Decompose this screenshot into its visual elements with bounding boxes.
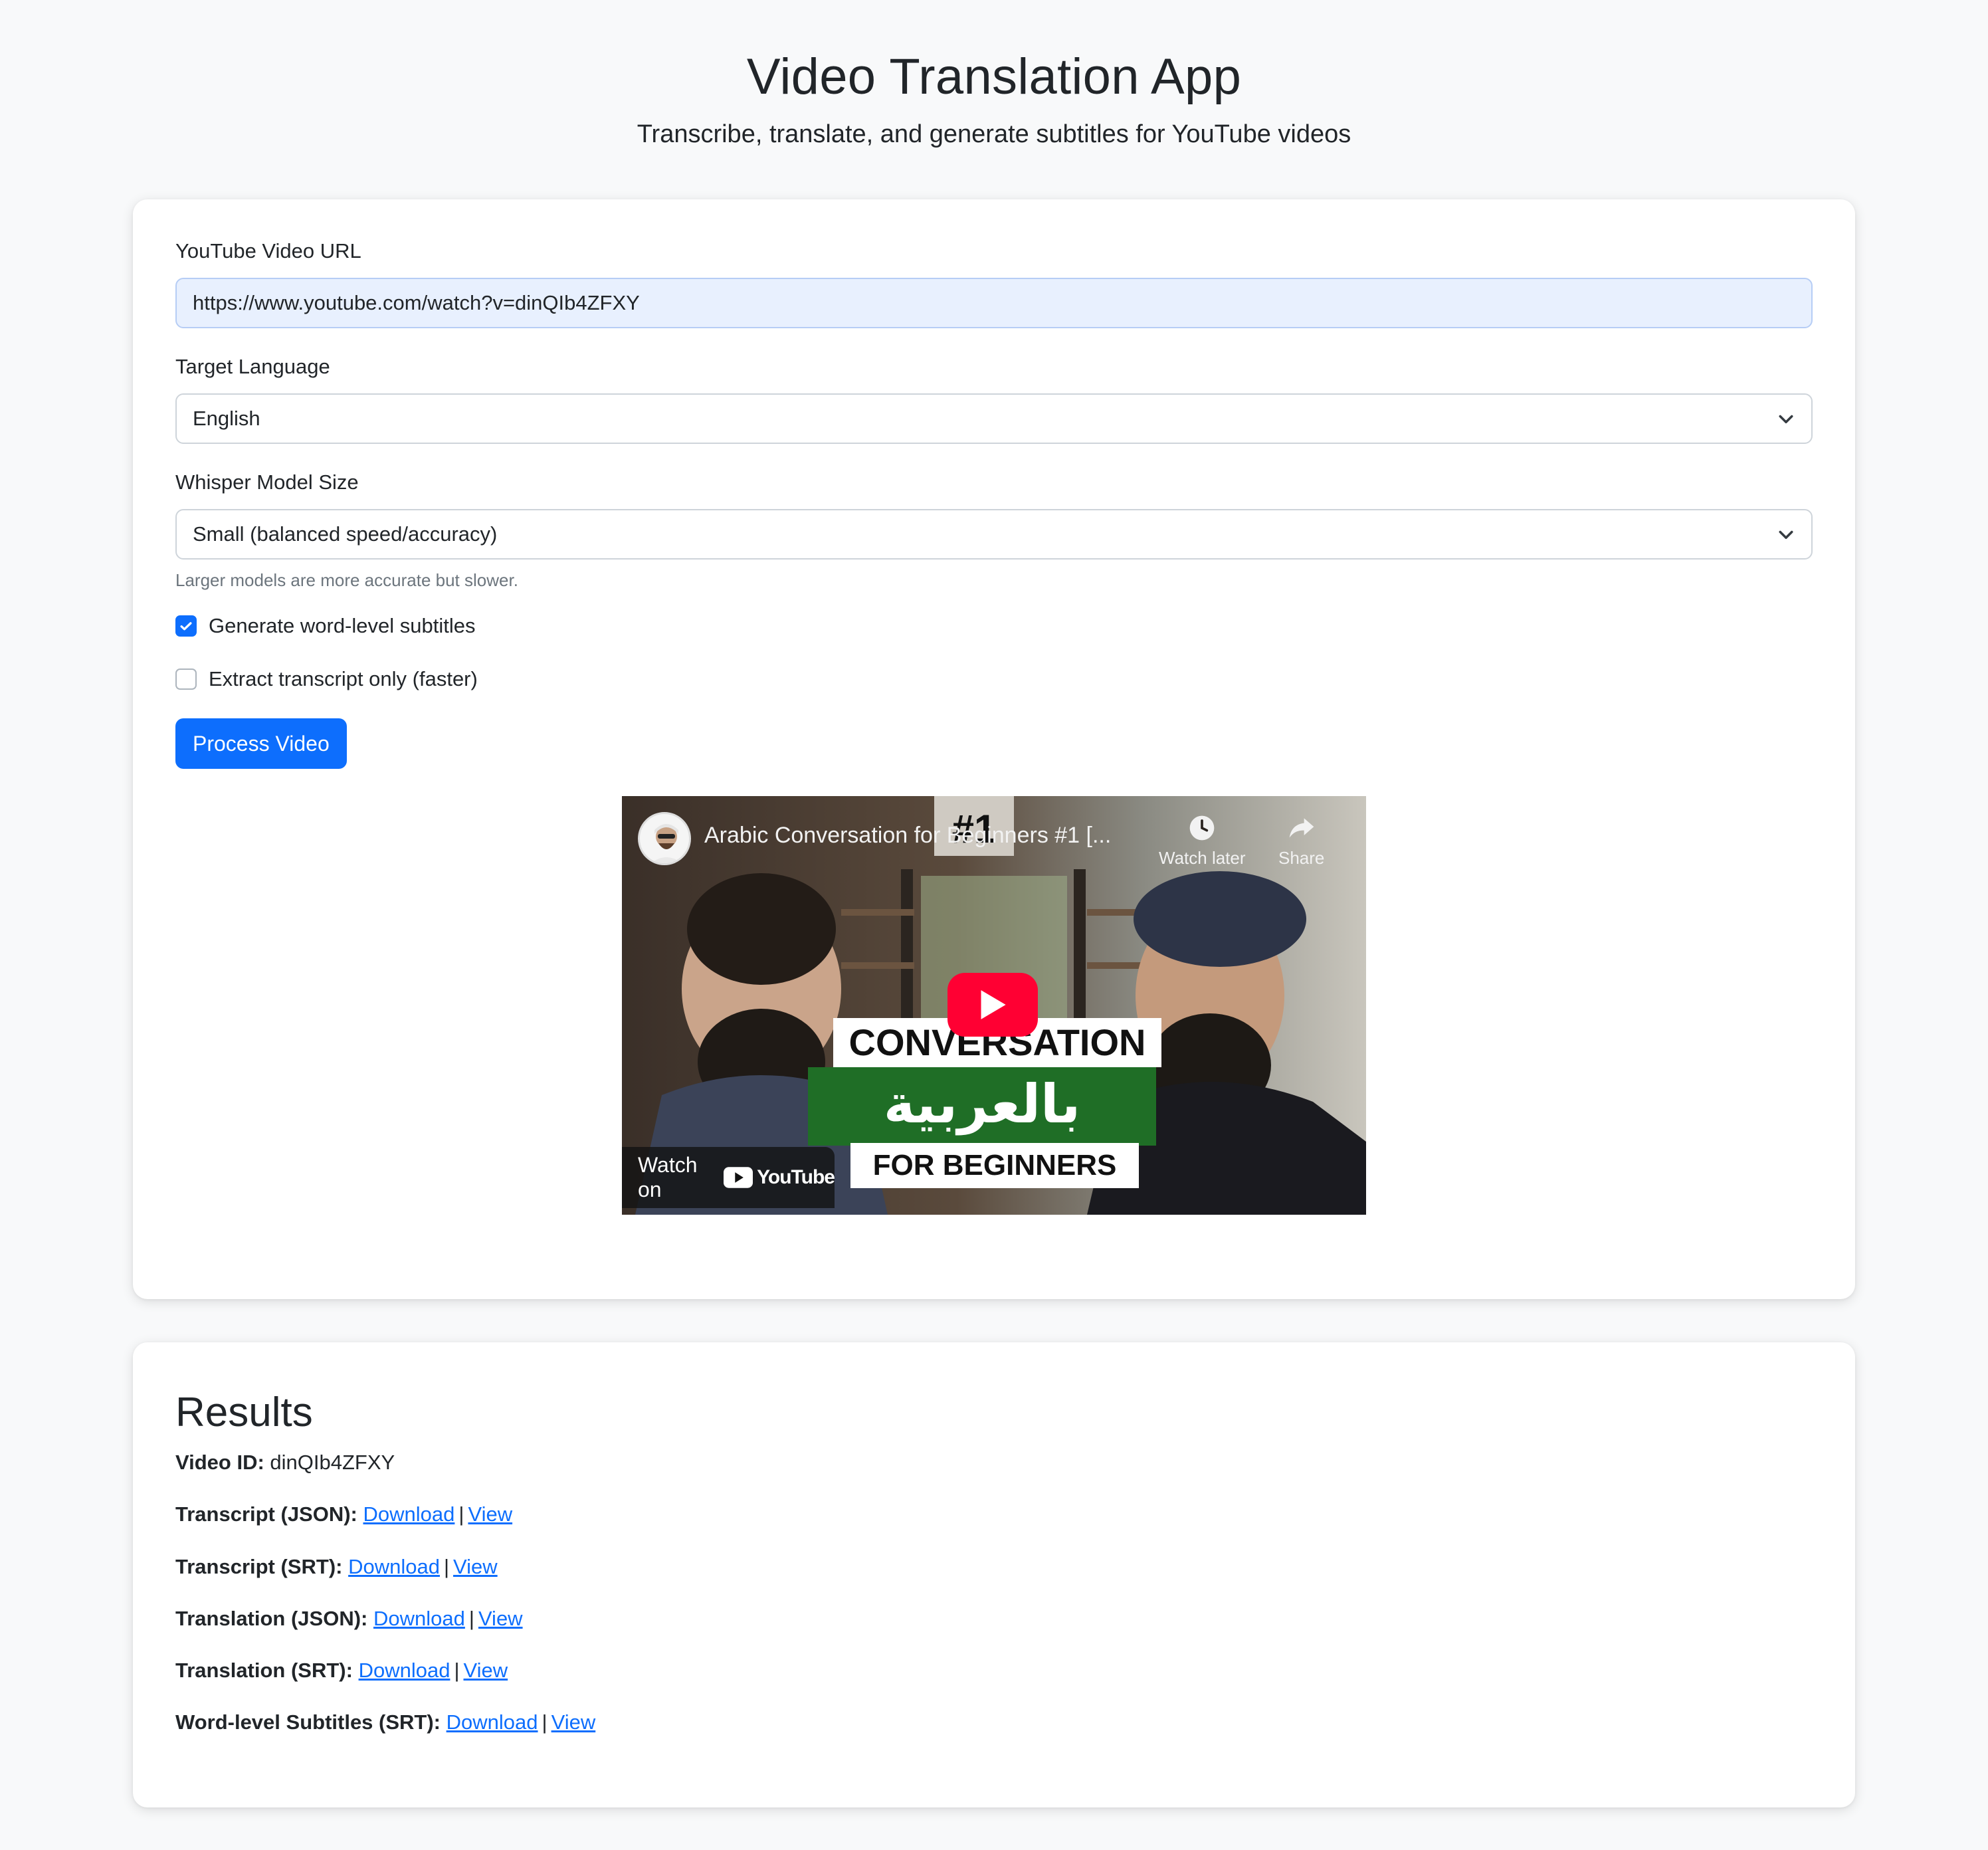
chevron-down-icon bbox=[1779, 415, 1793, 423]
url-input[interactable]: https://www.youtube.com/watch?v=dinQIb4Z… bbox=[175, 278, 1813, 328]
model-label: Whisper Model Size bbox=[175, 470, 359, 494]
watch-on-youtube-button[interactable]: Watch on YouTube bbox=[622, 1147, 835, 1208]
download-link-transcript-json[interactable]: Download bbox=[363, 1502, 455, 1526]
view-link-translation-srt[interactable]: View bbox=[464, 1659, 508, 1682]
youtube-wordmark: YouTube bbox=[757, 1166, 835, 1188]
language-group: Target Language English bbox=[175, 355, 1813, 444]
video-title[interactable]: Arabic Conversation for Beginners #1 [..… bbox=[704, 823, 1111, 849]
model-select-value: Small (balanced speed/accuracy) bbox=[193, 522, 498, 546]
url-group: YouTube Video URL https://www.youtube.co… bbox=[175, 239, 1813, 328]
separator: | bbox=[443, 1554, 450, 1578]
result-row-translation-srt: Translation (SRT): Download | View bbox=[175, 1657, 1813, 1684]
language-select-value: English bbox=[193, 407, 260, 430]
thumbnail-text-beginners: FOR BEGINNERS bbox=[850, 1143, 1139, 1188]
view-link-transcript-json[interactable]: View bbox=[468, 1502, 512, 1526]
clock-icon bbox=[1189, 815, 1215, 841]
separator: | bbox=[454, 1659, 460, 1683]
result-label: Translation (SRT): bbox=[175, 1659, 353, 1683]
separator: | bbox=[468, 1606, 474, 1630]
chevron-down-icon bbox=[1779, 530, 1793, 539]
separator: | bbox=[542, 1710, 547, 1734]
page-subtitle: Transcribe, translate, and generate subt… bbox=[637, 120, 1351, 149]
watch-on-label: Watch on bbox=[638, 1153, 698, 1201]
youtube-logo: YouTube bbox=[724, 1166, 835, 1189]
play-button[interactable] bbox=[947, 973, 1038, 1037]
process-form-card: YouTube Video URL https://www.youtube.co… bbox=[133, 199, 1855, 1299]
youtube-icon bbox=[724, 1167, 753, 1188]
model-help-text: Larger models are more accurate but slow… bbox=[175, 570, 518, 590]
word-level-checkbox[interactable] bbox=[175, 615, 197, 637]
channel-avatar[interactable] bbox=[638, 812, 691, 865]
page-title: Video Translation App bbox=[746, 49, 1242, 105]
result-row-translation-json: Translation (JSON): Download | View bbox=[175, 1605, 1813, 1632]
result-row-transcript-json: Transcript (JSON): Download | View bbox=[175, 1501, 1813, 1528]
play-icon bbox=[981, 990, 1006, 1019]
language-label: Target Language bbox=[175, 355, 330, 378]
results-card: Results Video ID: dinQIb4ZFXY Transcript… bbox=[133, 1342, 1855, 1807]
video-id-value: dinQIb4ZFXY bbox=[270, 1451, 395, 1474]
word-level-checkbox-row[interactable]: Generate word-level subtitles bbox=[175, 609, 1813, 643]
download-link-translation-json[interactable]: Download bbox=[373, 1607, 465, 1630]
transcript-only-checkbox-row[interactable]: Extract transcript only (faster) bbox=[175, 663, 1813, 696]
url-label: YouTube Video URL bbox=[175, 239, 361, 262]
download-link-word-level-srt[interactable]: Download bbox=[447, 1710, 538, 1734]
watch-later-label: Watch later bbox=[1159, 848, 1246, 868]
result-label: Word-level Subtitles (SRT): bbox=[175, 1710, 441, 1734]
watch-later-button[interactable]: Watch later bbox=[1159, 813, 1246, 869]
checkmark-icon bbox=[180, 622, 192, 631]
view-link-translation-json[interactable]: View bbox=[478, 1607, 523, 1630]
result-label: Transcript (SRT): bbox=[175, 1554, 343, 1578]
process-video-button[interactable]: Process Video bbox=[175, 718, 347, 769]
video-id-label: Video ID: bbox=[175, 1451, 264, 1474]
thumbnail-text-arabic: بالعربية bbox=[808, 1067, 1156, 1146]
share-button[interactable]: Share bbox=[1278, 813, 1324, 869]
share-label: Share bbox=[1278, 848, 1325, 868]
download-link-transcript-srt[interactable]: Download bbox=[348, 1555, 440, 1578]
separator: | bbox=[458, 1502, 464, 1526]
model-select[interactable]: Small (balanced speed/accuracy) bbox=[175, 509, 1813, 560]
transcript-only-label: Extract transcript only (faster) bbox=[209, 667, 478, 690]
transcript-only-checkbox[interactable] bbox=[175, 668, 197, 690]
result-row-transcript-srt: Transcript (SRT): Download | View bbox=[175, 1554, 1813, 1580]
language-select[interactable]: English bbox=[175, 393, 1813, 444]
page-header: Video Translation App Transcribe, transl… bbox=[0, 0, 1988, 149]
word-level-label: Generate word-level subtitles bbox=[209, 614, 476, 637]
url-input-value: https://www.youtube.com/watch?v=dinQIb4Z… bbox=[193, 291, 640, 314]
share-icon bbox=[1289, 818, 1314, 838]
results-title: Results bbox=[175, 1389, 313, 1435]
video-id-row: Video ID: dinQIb4ZFXY bbox=[175, 1449, 1813, 1476]
view-link-word-level-srt[interactable]: View bbox=[551, 1710, 596, 1734]
download-link-translation-srt[interactable]: Download bbox=[359, 1659, 450, 1682]
result-label: Transcript (JSON): bbox=[175, 1502, 357, 1526]
result-row-word-level-srt: Word-level Subtitles (SRT): Download | Vie… bbox=[175, 1709, 1813, 1736]
model-group: Whisper Model Size Small (balanced speed… bbox=[175, 470, 1813, 591]
result-label: Translation (JSON): bbox=[175, 1606, 368, 1630]
view-link-transcript-srt[interactable]: View bbox=[453, 1555, 498, 1578]
youtube-embed[interactable]: #1 Arabic Conversation for Beginners #1 … bbox=[622, 796, 1366, 1215]
